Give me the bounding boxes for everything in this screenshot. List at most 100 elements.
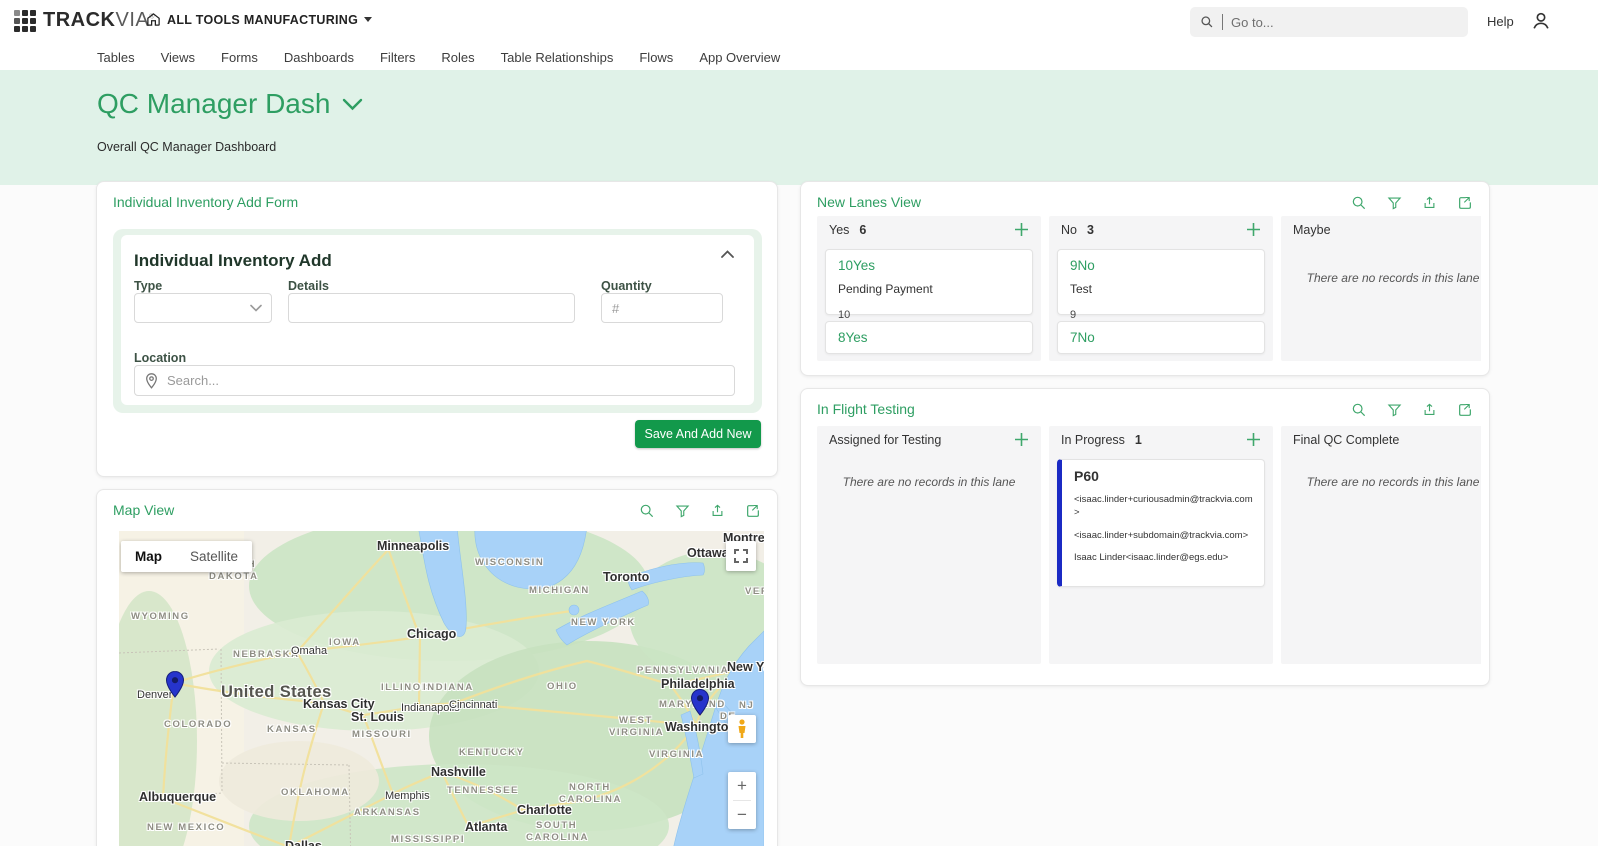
location-search-field[interactable] xyxy=(134,365,735,396)
chevron-up-icon xyxy=(721,250,734,258)
lane-name: Yes xyxy=(829,222,850,237)
account-switcher[interactable]: ALL TOOLS MANUFACTURING xyxy=(146,12,373,27)
export-icon[interactable] xyxy=(710,503,725,519)
tab-filters[interactable]: Filters xyxy=(380,50,415,65)
home-icon xyxy=(147,13,160,26)
filter-icon[interactable] xyxy=(1387,195,1402,211)
record-card-7no[interactable]: 7No xyxy=(1057,321,1265,354)
tab-forms[interactable]: Forms xyxy=(221,50,258,65)
search-icon[interactable] xyxy=(639,503,655,519)
map-terrain xyxy=(119,531,764,846)
map[interactable]: WYOMINGSOUTHDAKOTAWISCONSINMICHIGANNEW Y… xyxy=(119,531,764,846)
record-title: 10Yes xyxy=(838,258,876,273)
tab-flows[interactable]: Flows xyxy=(639,50,673,65)
open-in-new-icon[interactable] xyxy=(745,503,761,519)
lane-count: 6 xyxy=(859,222,867,237)
add-record-button[interactable] xyxy=(1014,222,1029,237)
open-in-new-icon[interactable] xyxy=(1457,402,1473,418)
search-icon[interactable] xyxy=(1351,195,1367,211)
user-icon xyxy=(1533,12,1549,29)
search-placeholder: Go to... xyxy=(1231,14,1274,30)
record-quantity: 10 xyxy=(838,309,851,321)
record-title: 7No xyxy=(1070,330,1095,345)
fullscreen-icon xyxy=(734,549,748,563)
record-card-p60[interactable]: P60 <isaac.linder+curiousadmin@trackvia.… xyxy=(1057,459,1265,587)
map-type-satellite-button[interactable]: Satellite xyxy=(176,541,253,572)
add-record-button[interactable] xyxy=(1246,432,1261,447)
tab-table-relationships[interactable]: Table Relationships xyxy=(501,50,614,65)
type-label: Type xyxy=(134,279,163,293)
record-quantity: 9 xyxy=(1070,309,1077,321)
form-widget: Individual Inventory Add Type Details Qu… xyxy=(113,229,762,413)
map-view-panel: Map View WYOMING DAKOTA WISCONSIN MICHIG… xyxy=(96,489,778,846)
collapse-form-button[interactable] xyxy=(721,245,734,263)
pegman-icon xyxy=(738,719,746,738)
trackvia-logo[interactable]: TRACKVIA® xyxy=(14,9,155,32)
details-input[interactable] xyxy=(288,293,575,323)
lane-name: Final QC Complete xyxy=(1293,432,1400,447)
form-heading: Individual Inventory Add xyxy=(134,251,332,270)
lane-maybe: Maybe There are no records in this lane xyxy=(1281,216,1481,361)
zoom-in-button[interactable]: + xyxy=(728,772,756,800)
tab-views[interactable]: Views xyxy=(161,50,195,65)
washington-map-pin[interactable] xyxy=(690,688,710,721)
chevron-down-icon xyxy=(250,304,262,312)
denver-map-pin[interactable] xyxy=(165,670,185,703)
search-icon[interactable] xyxy=(1351,402,1367,418)
plus-icon xyxy=(1015,433,1028,446)
map-type-map-button[interactable]: Map xyxy=(121,541,176,572)
global-search-input[interactable]: Go to... xyxy=(1190,7,1468,37)
add-record-button[interactable] xyxy=(1014,432,1029,447)
dashboard-picker-chevron-icon[interactable] xyxy=(342,98,363,111)
record-detail: Pending Payment xyxy=(838,282,933,296)
account-name: ALL TOOLS MANUFACTURING xyxy=(167,12,359,27)
plus-icon xyxy=(1247,433,1260,446)
tab-dashboards[interactable]: Dashboards xyxy=(284,50,354,65)
zoom-out-button[interactable]: − xyxy=(728,801,756,829)
record-title: 8Yes xyxy=(838,330,868,345)
record-card-8yes[interactable]: 8Yes xyxy=(825,321,1033,354)
in-flight-testing-panel: In Flight Testing Assigned for Testing T… xyxy=(800,388,1490,686)
lane-name: No xyxy=(1061,222,1077,237)
type-select[interactable] xyxy=(134,293,272,323)
street-view-pegman-button[interactable] xyxy=(728,715,756,743)
dashboard-title[interactable]: QC Manager Dash xyxy=(97,88,330,120)
lane-name: Maybe xyxy=(1293,222,1331,237)
lane-name: In Progress xyxy=(1061,432,1125,447)
record-email: <isaac.linder+subdomain@trackvia.com> xyxy=(1074,529,1249,541)
account-caret-icon xyxy=(364,17,373,22)
record-title: 9No xyxy=(1070,258,1095,273)
location-search-input[interactable] xyxy=(167,373,724,388)
map-zoom-control: + − xyxy=(728,772,756,829)
record-email: <isaac.linder+curiousadmin@trackvia.com> xyxy=(1074,494,1253,518)
plus-icon xyxy=(1015,223,1028,236)
filter-icon[interactable] xyxy=(675,503,690,519)
quantity-input[interactable] xyxy=(601,293,723,323)
tab-tables[interactable]: Tables xyxy=(97,50,135,65)
quantity-label: Quantity xyxy=(601,279,652,293)
lane-assigned-for-testing: Assigned for Testing There are no record… xyxy=(817,426,1041,664)
tab-app-overview[interactable]: App Overview xyxy=(699,50,780,65)
record-card-10yes[interactable]: 10Yes Pending Payment 10 xyxy=(825,249,1033,321)
lane-no: No 3 9No Test 9 7No xyxy=(1049,216,1273,361)
brand-text: TRACKVIA® xyxy=(43,9,155,31)
details-label: Details xyxy=(288,279,329,293)
export-icon[interactable] xyxy=(1422,402,1437,418)
help-link[interactable]: Help xyxy=(1487,14,1514,29)
map-fullscreen-button[interactable] xyxy=(726,541,756,571)
open-in-new-icon[interactable] xyxy=(1457,195,1473,211)
search-icon xyxy=(1201,16,1213,28)
add-record-button[interactable] xyxy=(1246,222,1261,237)
record-title: P60 xyxy=(1074,468,1099,484)
lane-yes: Yes 6 10Yes Pending Payment 10 8Yes xyxy=(817,216,1041,361)
filter-icon[interactable] xyxy=(1387,402,1402,418)
user-menu-button[interactable] xyxy=(1530,10,1552,37)
export-icon[interactable] xyxy=(1422,195,1437,211)
lane-name: Assigned for Testing xyxy=(829,432,942,447)
record-card-9no[interactable]: 9No Test 9 xyxy=(1057,249,1265,321)
save-and-add-new-button[interactable]: Save And Add New xyxy=(635,420,761,448)
trackvia-grid-icon xyxy=(14,9,36,32)
app-nav: Tables Views Forms Dashboards Filters Ro… xyxy=(0,44,1598,70)
new-lanes-view-panel: New Lanes View Yes 6 10Yes Pending Payme… xyxy=(800,181,1490,376)
tab-roles[interactable]: Roles xyxy=(441,50,474,65)
